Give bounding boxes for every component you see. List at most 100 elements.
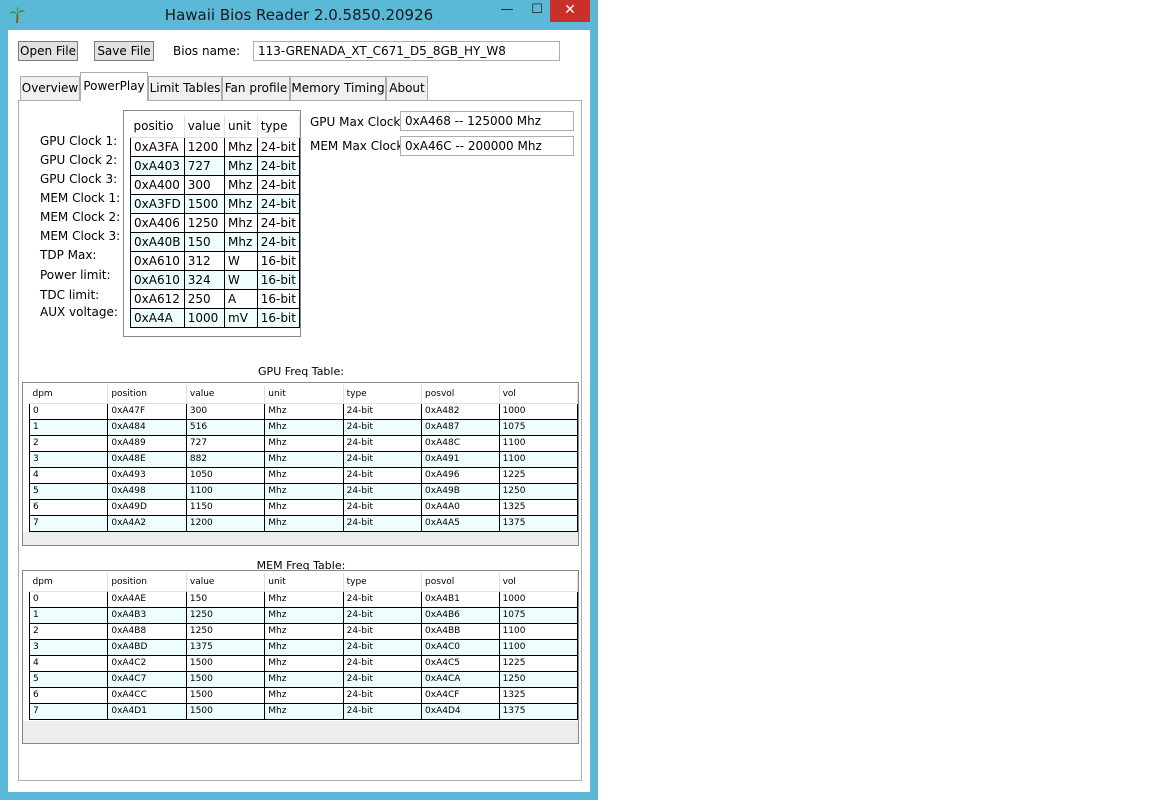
gpu-freq-cell[interactable]: 882 xyxy=(185,450,266,468)
mem-freq-cell[interactable]: Mhz xyxy=(264,654,344,672)
mem-freq-cell[interactable]: 0xA4B8 xyxy=(107,622,187,640)
mem-freq-cell[interactable]: 24-bit xyxy=(342,638,423,656)
powerplay-cell[interactable]: 24-bit xyxy=(256,174,301,195)
mem-freq-col-header[interactable]: unit xyxy=(264,573,344,592)
gpu-freq-cell[interactable]: 0xA496 xyxy=(421,466,500,484)
table-row[interactable]: 4 0xA493 1050 Mhz 24-bit 0xA496 1225 xyxy=(28,466,579,484)
gpu-freq-cell[interactable]: 1375 xyxy=(498,514,579,532)
gpu-freq-cell[interactable]: 0xA47F xyxy=(107,402,187,420)
powerplay-cell[interactable]: Mhz xyxy=(224,136,258,157)
table-row[interactable]: 5 0xA498 1100 Mhz 24-bit 0xA49B 1250 xyxy=(28,482,579,500)
powerplay-cell[interactable]: 0xA3FD xyxy=(130,193,185,214)
gpu-freq-cell[interactable]: 1100 xyxy=(498,450,579,468)
gpu-freq-cell[interactable]: 0xA4A2 xyxy=(107,514,187,532)
gpu-freq-cell[interactable]: Mhz xyxy=(264,434,344,452)
powerplay-cell[interactable]: 727 xyxy=(183,155,226,176)
mem-freq-cell[interactable]: Mhz xyxy=(264,686,344,704)
gpu-freq-cell[interactable]: 0xA487 xyxy=(421,418,500,436)
powerplay-cell[interactable]: W xyxy=(224,250,258,271)
tab-limit-tables[interactable]: Limit Tables xyxy=(148,76,222,100)
mem-freq-cell[interactable]: 1 xyxy=(28,606,109,624)
powerplay-cell[interactable]: 0xA406 xyxy=(130,212,185,233)
mem-freq-cell[interactable]: 1325 xyxy=(498,686,579,704)
gpu-freq-col-header[interactable]: vol xyxy=(499,385,579,404)
mem-freq-cell[interactable]: 0xA4BB xyxy=(421,622,500,640)
powerplay-cell[interactable]: W xyxy=(224,269,258,290)
mem-freq-col-header[interactable]: dpm xyxy=(29,573,109,592)
gpu-freq-cell[interactable]: 0xA4A5 xyxy=(421,514,500,532)
powerplay-cell[interactable]: 0xA612 xyxy=(130,288,185,309)
mem-freq-cell[interactable]: 24-bit xyxy=(342,686,423,704)
gpu-freq-cell[interactable]: 1100 xyxy=(498,434,579,452)
powerplay-cell[interactable]: Mhz xyxy=(224,174,258,195)
powerplay-cell[interactable]: 0xA610 xyxy=(130,269,185,290)
mem-freq-cell[interactable]: Mhz xyxy=(264,702,344,720)
gpu-freq-cell[interactable]: 1 xyxy=(28,418,109,436)
table-row[interactable]: 1 0xA4B3 1250 Mhz 24-bit 0xA4B6 1075 xyxy=(28,606,579,624)
gpu-freq-cell[interactable]: 3 xyxy=(28,450,109,468)
table-row[interactable]: 2 0xA4B8 1250 Mhz 24-bit 0xA4BB 1100 xyxy=(28,622,579,640)
table-row[interactable]: 5 0xA4C7 1500 Mhz 24-bit 0xA4CA 1250 xyxy=(28,670,579,688)
mem-freq-cell[interactable]: 1000 xyxy=(498,590,579,608)
mem-freq-cell[interactable]: Mhz xyxy=(264,622,344,640)
bios-name-input[interactable]: 113-GRENADA_XT_C671_D5_8GB_HY_W8 xyxy=(253,41,560,61)
mem-freq-cell[interactable]: 0xA4CC xyxy=(107,686,187,704)
table-row[interactable]: 0xA610 312 W 16-bit xyxy=(130,250,301,271)
gpu-freq-cell[interactable]: 1000 xyxy=(498,402,579,420)
mem-freq-cell[interactable]: Mhz xyxy=(264,638,344,656)
table-row[interactable]: 0xA612 250 A 16-bit xyxy=(130,288,301,309)
gpu-freq-cell[interactable]: 2 xyxy=(28,434,109,452)
gpu-freq-cell[interactable]: 5 xyxy=(28,482,109,500)
gpu-freq-cell[interactable]: Mhz xyxy=(264,402,344,420)
save-file-button[interactable]: Save File xyxy=(94,41,154,61)
powerplay-cell[interactable]: 0xA3FA xyxy=(130,136,185,157)
minimize-button[interactable]: — xyxy=(490,0,524,22)
mem-freq-grid[interactable]: dpm position value unit type posvol vol 0 0xA4A… xyxy=(22,570,579,744)
mem-freq-col-header[interactable]: vol xyxy=(499,573,579,592)
mem-freq-cell[interactable]: 1500 xyxy=(185,686,266,704)
gpu-freq-cell[interactable]: Mhz xyxy=(264,418,344,436)
powerplay-col-header[interactable]: unit xyxy=(224,115,258,138)
table-row[interactable]: 0 0xA47F 300 Mhz 24-bit 0xA482 1000 xyxy=(28,402,579,420)
mem-freq-cell[interactable]: 0xA4C5 xyxy=(421,654,500,672)
gpu-freq-scroll-area[interactable] xyxy=(23,532,578,545)
mem-freq-cell[interactable]: 24-bit xyxy=(342,590,423,608)
mem-freq-cell[interactable]: 6 xyxy=(28,686,109,704)
gpu-freq-cell[interactable]: 6 xyxy=(28,498,109,516)
table-row[interactable]: 7 0xA4A2 1200 Mhz 24-bit 0xA4A5 1375 xyxy=(28,514,579,532)
powerplay-col-header[interactable]: value xyxy=(184,115,226,138)
powerplay-cell[interactable]: mV xyxy=(224,307,258,328)
mem-freq-cell[interactable]: 3 xyxy=(28,638,109,656)
powerplay-cell[interactable]: Mhz xyxy=(224,155,258,176)
gpu-freq-cell[interactable]: 24-bit xyxy=(342,482,423,500)
powerplay-cell[interactable]: 250 xyxy=(183,288,226,309)
mem-freq-cell[interactable]: 24-bit xyxy=(342,670,423,688)
powerplay-cell[interactable]: 1250 xyxy=(183,212,226,233)
gpu-freq-col-header[interactable]: unit xyxy=(264,385,344,404)
gpu-freq-col-header[interactable]: dpm xyxy=(29,385,109,404)
mem-freq-scroll-area[interactable] xyxy=(23,721,578,743)
powerplay-col-header[interactable]: positio xyxy=(130,115,185,138)
gpu-freq-col-header[interactable]: position xyxy=(107,385,187,404)
powerplay-cell[interactable]: 24-bit xyxy=(256,155,301,176)
mem-freq-cell[interactable]: 1075 xyxy=(498,606,579,624)
powerplay-cell[interactable]: 0xA403 xyxy=(130,155,185,176)
gpu-freq-cell[interactable]: 0xA498 xyxy=(107,482,187,500)
gpu-freq-cell[interactable]: 1075 xyxy=(498,418,579,436)
table-row[interactable]: 7 0xA4D1 1500 Mhz 24-bit 0xA4D4 1375 xyxy=(28,702,579,720)
mem-freq-cell[interactable]: 24-bit xyxy=(342,702,423,720)
table-row[interactable]: 3 0xA4BD 1375 Mhz 24-bit 0xA4C0 1100 xyxy=(28,638,579,656)
mem-freq-cell[interactable]: 24-bit xyxy=(342,622,423,640)
mem-freq-cell[interactable]: 0 xyxy=(28,590,109,608)
gpu-freq-cell[interactable]: 24-bit xyxy=(342,418,423,436)
table-row[interactable]: 0xA400 300 Mhz 24-bit xyxy=(130,174,301,195)
mem-freq-cell[interactable]: 2 xyxy=(28,622,109,640)
mem-freq-cell[interactable]: 1250 xyxy=(185,622,266,640)
gpu-freq-cell[interactable]: 727 xyxy=(185,434,266,452)
gpu-freq-grid[interactable]: dpm position value unit type posvol vol 0 0xA47… xyxy=(22,382,579,546)
gpu-freq-cell[interactable]: 0xA482 xyxy=(421,402,500,420)
mem-freq-cell[interactable]: 0xA4C0 xyxy=(421,638,500,656)
gpu-freq-cell[interactable]: 0xA48E xyxy=(107,450,187,468)
table-row[interactable]: 0 0xA4AE 150 Mhz 24-bit 0xA4B1 1000 xyxy=(28,590,579,608)
mem-freq-cell[interactable]: 24-bit xyxy=(342,654,423,672)
